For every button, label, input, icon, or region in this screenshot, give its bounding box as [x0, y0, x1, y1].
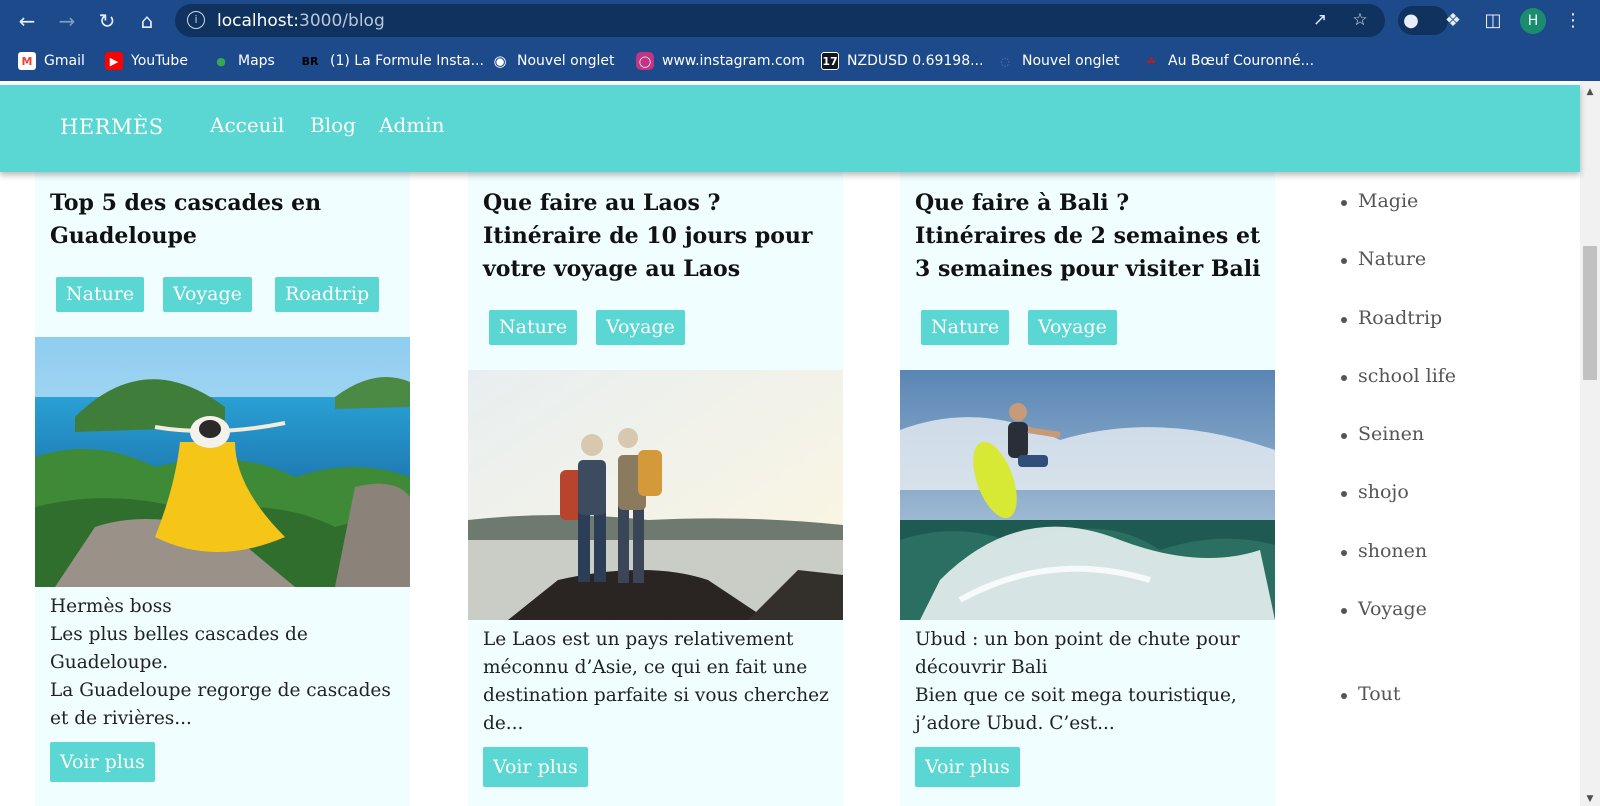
category-shojo[interactable]: shojo	[1341, 481, 1409, 503]
extension-orb-icon[interactable]: ●	[1398, 8, 1424, 34]
category-list: Magie Nature Roadtrip school life Seinen…	[1298, 170, 1558, 806]
category-tout[interactable]: Tout	[1341, 683, 1401, 705]
home-icon[interactable]: ⌂	[134, 8, 160, 34]
forward-icon[interactable]: →	[54, 8, 80, 34]
card-image[interactable]	[35, 337, 410, 587]
tradingview-icon: 17	[821, 52, 839, 70]
bookmark-nouvel-onglet-2[interactable]: ◌ Nouvel onglet	[996, 50, 1119, 72]
bookmark-nzdusd[interactable]: 17 NZDUSD 0.69198...	[821, 50, 983, 72]
page-scrollbar[interactable]: ▲ ▼	[1580, 81, 1600, 806]
instagram-icon: ◯	[636, 52, 654, 70]
card-excerpt-line: La Guadeloupe regorge de cascades et de …	[50, 680, 391, 729]
card-title[interactable]: Que faire à Bali ? Itinéraires de 2 sema…	[915, 187, 1265, 286]
card-excerpt: Ubud : un bon point de chute pour découv…	[915, 626, 1265, 738]
profile-avatar[interactable]: H	[1520, 8, 1546, 34]
bookmark-label: Maps	[238, 53, 275, 69]
bookmark-br[interactable]: BR (1) La Formule Insta...	[298, 50, 484, 72]
tag-nature[interactable]: Nature	[489, 310, 578, 345]
card-excerpt-line: Ubud : un bon point de chute pour découv…	[915, 629, 1240, 678]
bookmark-label: YouTube	[131, 53, 188, 69]
tag-nature[interactable]: Nature	[56, 277, 145, 312]
category-seinen[interactable]: Seinen	[1340, 423, 1424, 445]
br-icon: BR	[301, 54, 319, 68]
site-info-icon[interactable]: i	[187, 11, 205, 29]
browser-toolbar: ← → ↻ ⌂ i localhost:3000/blog ↗ ☆ ● ❖ ◫ …	[0, 0, 1600, 41]
card-image[interactable]	[900, 370, 1275, 620]
bookmark-au-boeuf[interactable]: ☘ Au Bœuf Couronné...	[1142, 50, 1314, 72]
card-excerpt: Hermès boss Les plus belles cascades de …	[50, 593, 400, 733]
card-excerpt-line: Les plus belles cascades de Guadeloupe.	[50, 624, 308, 673]
bookmark-instagram[interactable]: ◯ www.instagram.com	[636, 50, 805, 72]
site-navbar: HERMÈS Acceuil Blog Admin	[0, 85, 1580, 172]
bookmark-label: Nouvel onglet	[517, 53, 615, 69]
tag-voyage[interactable]: Voyage	[596, 310, 685, 345]
bookmark-label: NZDUSD 0.69198...	[847, 53, 984, 69]
blog-card: Top 5 des cascades en Guadeloupe Nature …	[35, 170, 410, 806]
gmail-icon: M	[18, 52, 36, 70]
maps-icon: ●	[216, 54, 226, 68]
voir-plus-button[interactable]: Voir plus	[915, 747, 1020, 787]
restaurant-icon: ☘	[1146, 54, 1156, 68]
bookmark-label: (1) La Formule Insta...	[330, 53, 484, 69]
card-excerpt-line: Le Laos est un pays relativement méconnu…	[483, 629, 829, 734]
category-nature[interactable]: Nature	[1340, 248, 1426, 270]
side-panel-icon[interactable]: ◫	[1480, 8, 1506, 34]
tag-nature[interactable]: Nature	[921, 310, 1010, 345]
url-text[interactable]: localhost:3000/blog	[217, 11, 385, 31]
card-title[interactable]: Top 5 des cascades en Guadeloupe	[50, 187, 400, 253]
tag-voyage[interactable]: Voyage	[163, 277, 252, 312]
bookmark-gmail[interactable]: M Gmail	[18, 50, 85, 72]
category-magie[interactable]: Magie	[1340, 190, 1418, 212]
bookmark-star-icon[interactable]: ☆	[1349, 9, 1371, 31]
url-path: 3000/blog	[299, 11, 385, 31]
nav-link-admin[interactable]: Admin	[379, 113, 445, 137]
card-excerpt: Le Laos est un pays relativement méconnu…	[483, 626, 833, 738]
extensions-puzzle-icon[interactable]: ❖	[1440, 8, 1466, 34]
blog-card: Que faire à Bali ? Itinéraires de 2 sema…	[900, 170, 1275, 806]
back-icon[interactable]: ←	[14, 8, 40, 34]
menu-kebab-icon[interactable]: ⋮	[1560, 8, 1586, 34]
voir-plus-button[interactable]: Voir plus	[483, 747, 588, 787]
bookmark-label: Au Bœuf Couronné...	[1168, 53, 1315, 69]
reload-icon[interactable]: ↻	[94, 8, 120, 34]
card-title[interactable]: Que faire au Laos ? Itinéraire de 10 jou…	[483, 187, 833, 286]
bookmark-label: Gmail	[44, 53, 85, 69]
bookmark-nouvel-onglet[interactable]: ◉ Nouvel onglet	[491, 50, 614, 72]
url-host: localhost:	[217, 11, 300, 31]
blog-card: Que faire au Laos ? Itinéraire de 10 jou…	[468, 170, 843, 806]
card-excerpt-line: Bien que ce soit mega touristique, j’ado…	[915, 685, 1237, 734]
card-image[interactable]	[468, 370, 843, 620]
bookmarks-bar: M Gmail ▶ YouTube ● Maps BR (1) La Formu…	[0, 41, 1600, 81]
address-bar[interactable]: i localhost:3000/blog ↗ ☆	[175, 4, 1385, 37]
card-author: Hermès boss	[50, 596, 172, 617]
tab-icon: ◌	[1000, 54, 1010, 68]
category-roadtrip[interactable]: Roadtrip	[1340, 307, 1442, 329]
site-logo[interactable]: HERMÈS	[60, 115, 164, 139]
globe-icon: ◉	[493, 52, 507, 70]
bookmark-label: www.instagram.com	[662, 53, 805, 69]
bookmark-youtube[interactable]: ▶ YouTube	[105, 50, 188, 72]
scroll-down-arrow-icon[interactable]: ▼	[1580, 792, 1600, 806]
category-voyage[interactable]: Voyage	[1341, 598, 1427, 620]
bookmark-maps[interactable]: ● Maps	[212, 50, 275, 72]
tag-roadtrip[interactable]: Roadtrip	[275, 277, 380, 312]
scrollbar-thumb[interactable]	[1583, 246, 1597, 380]
share-icon[interactable]: ↗	[1309, 9, 1331, 31]
tag-voyage[interactable]: Voyage	[1028, 310, 1117, 345]
bookmark-label: Nouvel onglet	[1022, 53, 1120, 69]
web-page: HERMÈS Acceuil Blog Admin Top 5 des casc…	[0, 81, 1600, 806]
youtube-icon: ▶	[105, 52, 123, 70]
nav-link-blog[interactable]: Blog	[310, 113, 356, 137]
scroll-up-arrow-icon[interactable]: ▲	[1580, 85, 1600, 99]
nav-link-acceuil[interactable]: Acceuil	[210, 113, 284, 137]
category-shonen[interactable]: shonen	[1340, 540, 1427, 562]
category-school-life[interactable]: school life	[1340, 365, 1456, 387]
voir-plus-button[interactable]: Voir plus	[50, 742, 155, 782]
